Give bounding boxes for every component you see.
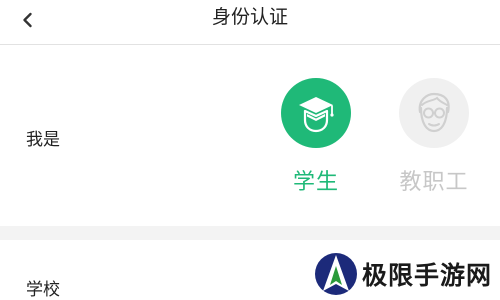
teacher-glasses-icon (418, 92, 450, 133)
role-option-student[interactable]: 学生 (276, 78, 356, 198)
watermark-text: 极限手游网 (361, 261, 492, 290)
identity-label: 我是 (26, 130, 60, 150)
student-avatar (281, 78, 351, 148)
school-label: 学校 (26, 280, 60, 300)
role-label-student: 学生 (292, 170, 339, 195)
school-row[interactable]: 学校 极限手游网 (0, 240, 500, 300)
watermark: 极限手游网 (314, 250, 492, 298)
role-option-staff[interactable]: 教职工 (394, 78, 474, 198)
page-title: 身份认证 (211, 6, 288, 28)
role-label-staff: 教职工 (399, 170, 469, 195)
section-separator (0, 226, 500, 240)
identity-section: 我是 学生 教职工 (0, 45, 500, 226)
graduation-cap-icon (299, 97, 334, 133)
top-bar: 身份认证 (0, 0, 500, 45)
staff-avatar (399, 78, 469, 148)
watermark-logo-icon (314, 253, 357, 295)
